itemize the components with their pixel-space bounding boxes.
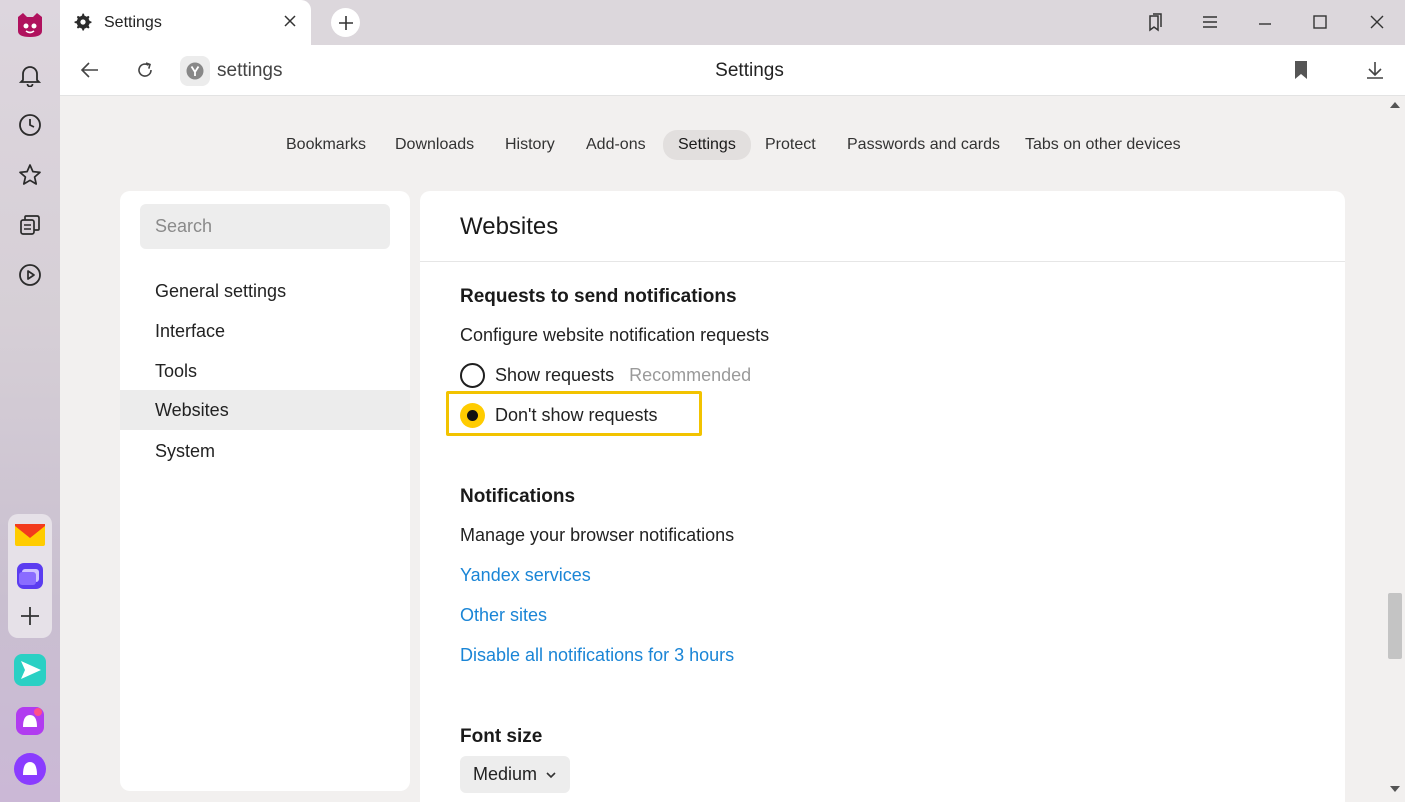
yandex-site-icon[interactable]: [180, 56, 210, 86]
new-tab-button[interactable]: [331, 8, 360, 37]
close-window-icon[interactable]: [1365, 10, 1389, 34]
bookmark-icon[interactable]: [1289, 58, 1313, 82]
scroll-down-arrow[interactable]: [1390, 786, 1400, 792]
notifications-description: Manage your browser notifications: [460, 525, 735, 545]
link-other-sites[interactable]: Other sites: [460, 605, 547, 626]
close-icon[interactable]: [282, 13, 298, 34]
radio-dont-show-requests[interactable]: Don't show requests: [460, 400, 658, 430]
nav-tabs-on-other-devices[interactable]: Tabs on other devices: [1010, 130, 1196, 160]
requests-heading: Requests to send notifications: [460, 286, 737, 307]
notifications-heading: Notifications: [460, 486, 576, 507]
settings-nav: Bookmarks Downloads History Add-ons Sett…: [60, 130, 1385, 160]
link-yandex-services[interactable]: Yandex services: [460, 565, 591, 586]
star-icon[interactable]: [15, 160, 45, 190]
radio-dont-show-requests-label: Don't show requests: [495, 404, 658, 425]
sidebar-item-system[interactable]: System: [120, 431, 410, 471]
font-size-heading: Font size: [460, 726, 543, 747]
tab-settings[interactable]: Settings: [60, 0, 311, 45]
download-icon[interactable]: [1363, 58, 1387, 82]
sidebar-item-websites[interactable]: Websites: [120, 390, 410, 430]
tab-bar: Settings: [60, 0, 1405, 45]
nav-add-ons[interactable]: Add-ons: [571, 130, 661, 160]
radio-show-requests-label: Show requests: [495, 364, 615, 385]
section-title: Websites: [460, 213, 559, 240]
settings-sidebar: General settings Interface Tools Website…: [120, 191, 410, 791]
sidebar-item-tools[interactable]: Tools: [120, 351, 410, 391]
tab-title: Settings: [104, 14, 162, 31]
chevron-down-icon: [545, 771, 557, 779]
bookmarks-panel-icon[interactable]: [1143, 10, 1167, 34]
websites-panel: Websites Requests to send notifications …: [420, 191, 1345, 802]
nav-passwords-and-cards[interactable]: Passwords and cards: [832, 130, 1015, 160]
nav-bookmarks[interactable]: Bookmarks: [271, 130, 381, 160]
alice-app-icon[interactable]: [14, 705, 46, 737]
mail-icon[interactable]: [14, 519, 46, 551]
scroll-up-arrow[interactable]: [1390, 102, 1400, 108]
scrollbar[interactable]: [1385, 96, 1405, 802]
collections-icon[interactable]: [15, 210, 45, 240]
requests-description: Configure website notification requests: [460, 325, 770, 345]
settings-page: Bookmarks Downloads History Add-ons Sett…: [60, 96, 1385, 802]
gear-icon: [74, 13, 92, 36]
font-size-value: Medium: [473, 764, 538, 784]
play-icon[interactable]: [15, 260, 45, 290]
link-disable-notifications[interactable]: Disable all notifications for 3 hours: [460, 645, 734, 666]
clock-icon[interactable]: [15, 110, 45, 140]
nav-history[interactable]: History: [490, 130, 570, 160]
sidebar-item-interface[interactable]: Interface: [120, 311, 410, 351]
scrollbar-thumb[interactable]: [1388, 593, 1402, 659]
bell-icon[interactable]: [15, 60, 45, 90]
nav-protect[interactable]: Protect: [750, 130, 831, 160]
radio-unchecked[interactable]: [460, 362, 485, 388]
sidebar-item-general-settings[interactable]: General settings: [120, 271, 410, 311]
divider: [420, 261, 1345, 262]
radio-show-requests[interactable]: Show requests Recommended: [460, 360, 751, 390]
send-icon[interactable]: [14, 654, 46, 686]
search-input[interactable]: [140, 204, 390, 249]
radio-checked[interactable]: [460, 402, 485, 428]
maximize-icon[interactable]: [1308, 10, 1332, 34]
back-icon[interactable]: [78, 58, 102, 82]
nav-settings[interactable]: Settings: [663, 130, 751, 160]
plus-icon[interactable]: [14, 600, 46, 632]
menu-icon[interactable]: [1198, 10, 1222, 34]
address-bar: Settings settings: [60, 45, 1405, 96]
url-text[interactable]: settings: [217, 60, 282, 82]
minimize-icon[interactable]: [1253, 10, 1277, 34]
font-size-select[interactable]: Medium: [460, 756, 571, 793]
sidebar-rail: [0, 0, 60, 802]
alice-icon[interactable]: [14, 753, 46, 785]
messenger-icon[interactable]: [14, 560, 46, 592]
nav-downloads[interactable]: Downloads: [380, 130, 489, 160]
reload-icon[interactable]: [133, 58, 157, 82]
recommended-badge: Recommended: [629, 364, 752, 385]
app-logo-icon[interactable]: [15, 10, 45, 40]
